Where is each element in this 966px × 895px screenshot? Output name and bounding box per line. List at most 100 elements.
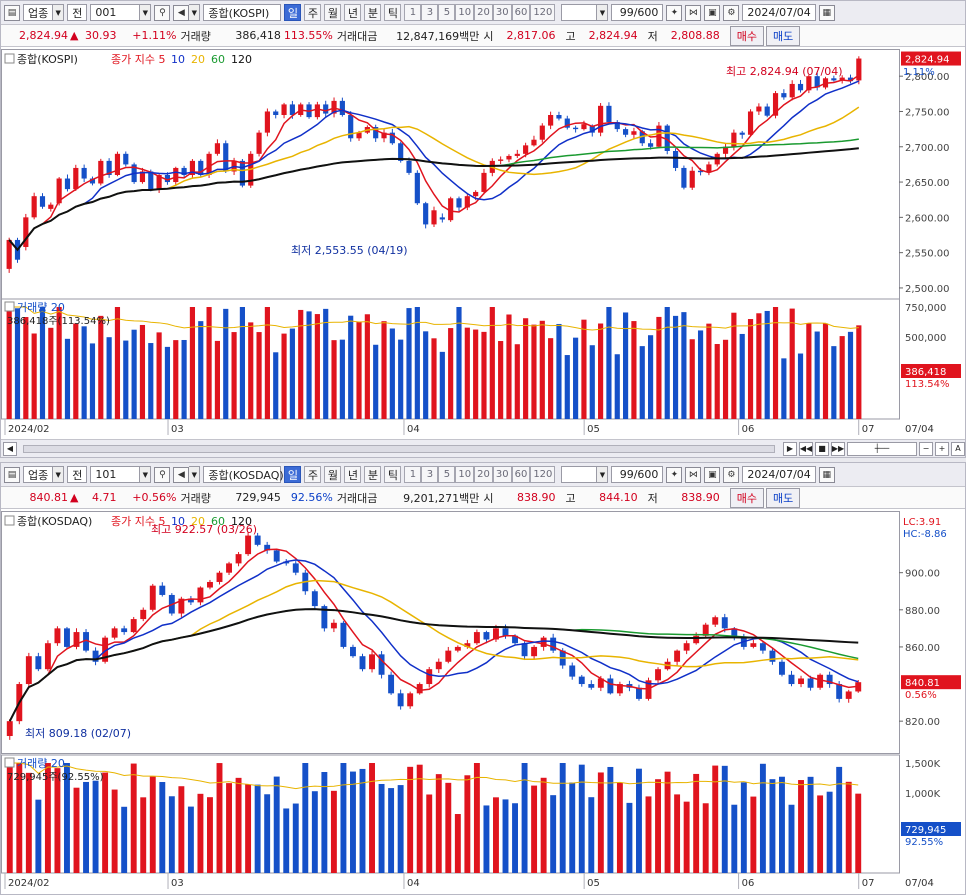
y-tick-label: 2,550.00: [905, 249, 950, 260]
code-input[interactable]: 101: [90, 466, 141, 483]
volume-bar: [506, 314, 512, 419]
volume-bar: [681, 312, 687, 419]
interval-button[interactable]: 30: [492, 466, 512, 483]
interval-button[interactable]: 3: [421, 4, 439, 21]
lines-icon[interactable]: ⋈: [685, 466, 702, 483]
save-icon[interactable]: ▣: [704, 4, 721, 21]
kosdaq-candlestick-chart[interactable]: 900.00 880.00 860.00 820.00 1,500K 1,000K 2024…: [1, 511, 965, 894]
interval-input[interactable]: [561, 466, 598, 483]
rewind-icon[interactable]: ◀◀: [799, 441, 813, 456]
sell-button[interactable]: 매도: [765, 487, 801, 508]
chart-type-icon[interactable]: ▤: [4, 4, 20, 21]
zoom-slider[interactable]: ┼──: [847, 441, 917, 456]
period-week-button[interactable]: 주: [304, 4, 322, 21]
interval-button[interactable]: 5: [438, 4, 456, 21]
interval-button[interactable]: 5: [438, 466, 456, 483]
scroll-left-icon[interactable]: ◀: [3, 441, 17, 456]
play-icon[interactable]: ▶: [783, 441, 797, 456]
legend-checkbox: [4, 301, 15, 312]
index-name-field[interactable]: 종합(KOSDAQ): [203, 466, 284, 483]
sound-icon[interactable]: ◀: [173, 466, 190, 483]
interval-button[interactable]: 10: [455, 466, 475, 483]
save-icon[interactable]: ▣: [704, 466, 721, 483]
chevron-down-icon[interactable]: ▼: [53, 466, 65, 483]
volume-bar: [589, 345, 595, 419]
gear-icon[interactable]: ⚙: [723, 466, 740, 483]
gear-icon[interactable]: ⚙: [723, 4, 740, 21]
count-input[interactable]: 99/600: [611, 4, 664, 21]
interval-button[interactable]: 10: [455, 4, 475, 21]
count-input[interactable]: 99/600: [611, 466, 664, 483]
interval-button[interactable]: 20: [474, 466, 493, 483]
interval-button[interactable]: 120: [530, 466, 556, 483]
period-minute-button[interactable]: 분: [364, 4, 382, 21]
kospi-candlestick-chart[interactable]: 2,800.002,750.002,700.002,650.002,600.00…: [1, 49, 965, 439]
category-select[interactable]: 업종: [23, 4, 54, 21]
period-month-button[interactable]: 월: [324, 4, 342, 21]
interval-button[interactable]: 30: [492, 4, 512, 21]
interval-button[interactable]: 60: [511, 466, 531, 483]
candle-body: [254, 535, 261, 545]
calendar-icon[interactable]: ▦: [818, 466, 835, 483]
y-tick-label: 900.00: [905, 569, 940, 580]
all-toggle[interactable]: 전: [67, 466, 88, 483]
category-select[interactable]: 업종: [23, 466, 54, 483]
stop-icon[interactable]: ■: [815, 441, 829, 456]
index-name-field[interactable]: 종합(KOSPI): [203, 4, 282, 21]
candle-body: [39, 196, 46, 207]
interval-button[interactable]: 1: [404, 466, 422, 483]
period-minute-button[interactable]: 분: [364, 466, 382, 483]
chevron-down-icon[interactable]: ▼: [597, 466, 609, 483]
period-year-button[interactable]: 년: [344, 4, 362, 21]
change-value: 30.93: [84, 29, 117, 42]
code-input[interactable]: 001: [90, 4, 141, 21]
chevron-down-icon[interactable]: ▼: [53, 4, 65, 21]
calendar-icon[interactable]: ▦: [818, 4, 835, 21]
interval-button[interactable]: 3: [421, 466, 439, 483]
chevron-down-icon[interactable]: ▼: [140, 466, 152, 483]
sell-button[interactable]: 매도: [765, 25, 801, 46]
chevron-down-icon[interactable]: ▼: [189, 466, 201, 483]
interval-button[interactable]: 1: [404, 4, 422, 21]
low-value: 838.90: [681, 491, 720, 504]
sound-icon[interactable]: ◀: [173, 4, 190, 21]
interval-button[interactable]: 60: [511, 4, 531, 21]
buy-button[interactable]: 매수: [729, 487, 764, 508]
forward-icon[interactable]: ▶▶: [831, 441, 845, 456]
date-input[interactable]: 2024/07/04: [742, 4, 816, 21]
period-tick-button[interactable]: 틱: [384, 4, 402, 21]
candle-body: [672, 151, 679, 168]
period-month-button[interactable]: 월: [324, 466, 342, 483]
search-icon[interactable]: ⚲: [154, 466, 171, 483]
interval-button[interactable]: 120: [530, 4, 556, 21]
interval-button[interactable]: 20: [474, 4, 493, 21]
split-icon[interactable]: ✦: [666, 4, 683, 21]
period-year-button[interactable]: 년: [344, 466, 362, 483]
scrollbar[interactable]: [23, 444, 775, 453]
buy-button[interactable]: 매수: [729, 25, 764, 46]
period-day-button[interactable]: 일: [284, 4, 302, 21]
font-icon[interactable]: A: [951, 441, 965, 456]
chevron-down-icon[interactable]: ▼: [597, 4, 609, 21]
zoom-out-icon[interactable]: −: [919, 441, 933, 456]
zoom-in-icon[interactable]: +: [935, 441, 949, 456]
lines-icon[interactable]: ⋈: [685, 4, 702, 21]
candle-body: [689, 170, 695, 188]
chart-type-icon[interactable]: ▤: [4, 466, 20, 483]
period-tick-button[interactable]: 틱: [384, 466, 402, 483]
split-icon[interactable]: ✦: [666, 466, 683, 483]
volume-bar: [350, 771, 356, 873]
date-input[interactable]: 2024/07/04: [742, 466, 816, 483]
search-icon[interactable]: ⚲: [154, 4, 171, 21]
volume-bar: [423, 331, 429, 419]
x-axis-label: 04: [407, 424, 420, 435]
all-toggle[interactable]: 전: [67, 4, 88, 21]
volume-bar: [139, 324, 146, 419]
interval-input[interactable]: [561, 4, 598, 21]
period-day-button[interactable]: 일: [284, 466, 302, 483]
candle-body: [739, 132, 745, 135]
period-week-button[interactable]: 주: [304, 466, 322, 483]
y-tick-label: 820.00: [905, 717, 940, 728]
chevron-down-icon[interactable]: ▼: [189, 4, 201, 21]
chevron-down-icon[interactable]: ▼: [140, 4, 152, 21]
